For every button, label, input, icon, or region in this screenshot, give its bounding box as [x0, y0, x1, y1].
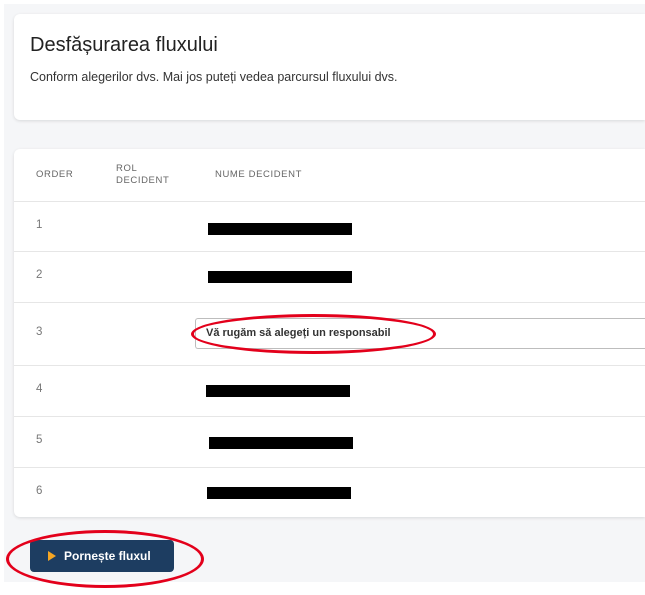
column-header-order: ORDER	[36, 169, 74, 180]
page-title: Desfășurarea fluxului	[30, 34, 218, 56]
row-order: 2	[36, 269, 43, 281]
row-order: 3	[36, 326, 43, 338]
redacted-name	[209, 437, 353, 449]
table-header: ORDER ROL DECIDENT NUME DECIDENT	[14, 149, 645, 202]
table-row: 5	[14, 416, 645, 468]
table-row: 2	[14, 251, 645, 303]
redacted-name	[206, 385, 350, 397]
row-order: 6	[36, 485, 43, 497]
row-order: 5	[36, 434, 43, 446]
redacted-name	[208, 271, 352, 283]
table-row: 1	[14, 201, 645, 252]
table-row: 6	[14, 467, 645, 517]
row-order: 4	[36, 383, 43, 395]
redacted-name	[207, 487, 351, 499]
highlight-oval-button	[6, 530, 204, 588]
column-header-nume-decident: NUME DECIDENT	[215, 169, 302, 180]
page-subtitle: Conform alegerilor dvs. Mai jos puteți v…	[30, 70, 398, 84]
highlight-oval-select	[191, 314, 436, 354]
row-order: 1	[36, 219, 43, 231]
redacted-name	[208, 223, 352, 235]
flow-header-card: Desfășurarea fluxului Conform alegerilor…	[14, 14, 645, 120]
column-header-rol-decident: ROL DECIDENT	[116, 163, 170, 186]
table-row: 4	[14, 365, 645, 417]
